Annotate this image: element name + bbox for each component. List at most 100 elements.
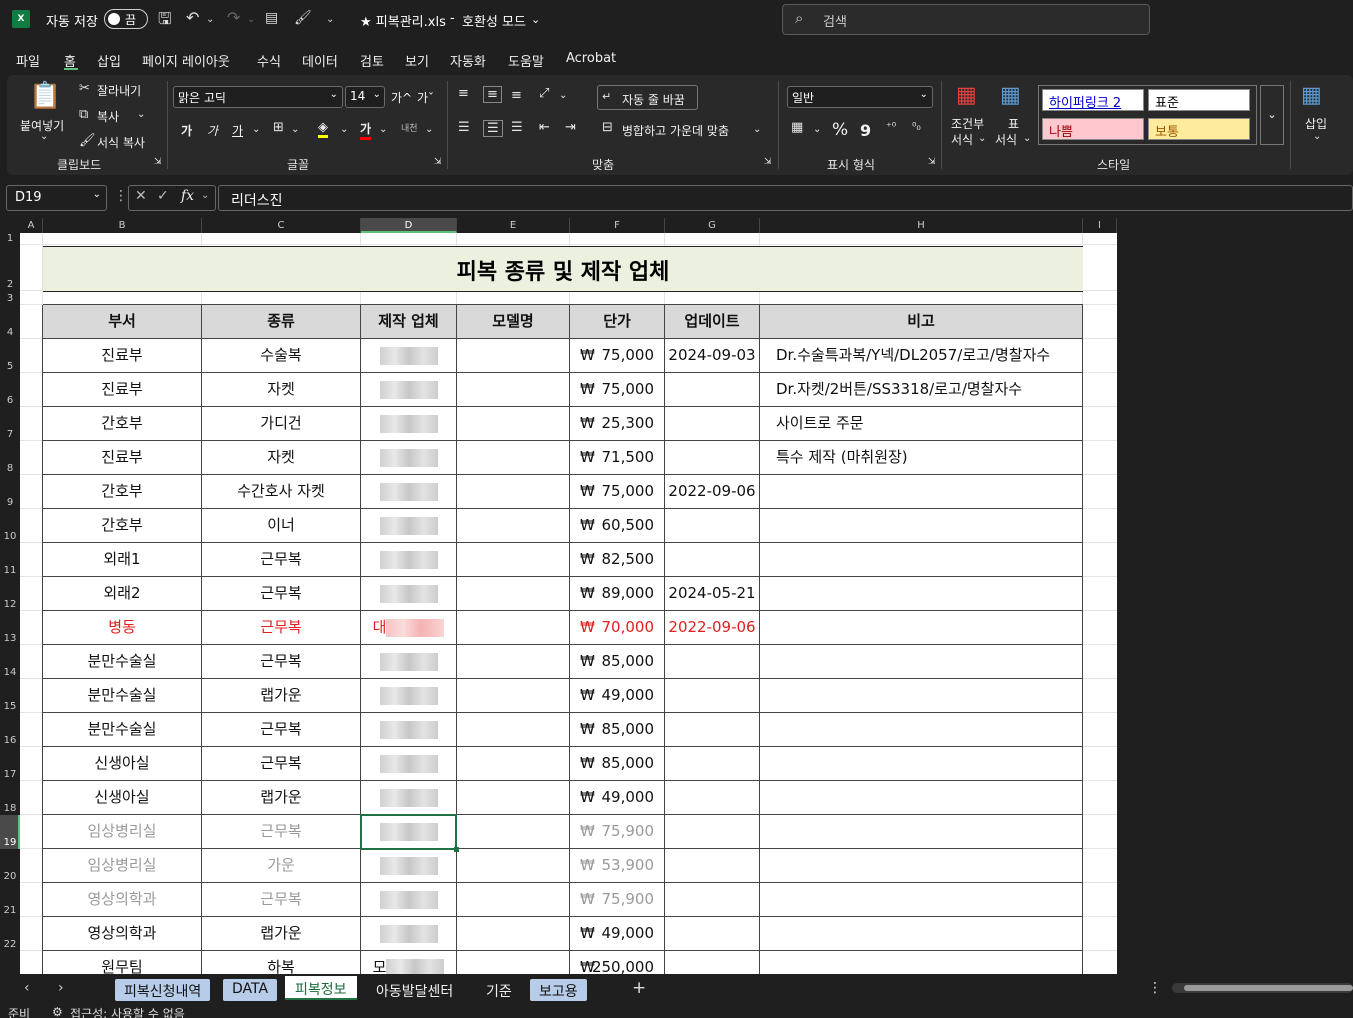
conditional-format-button-2[interactable]: 서식: [951, 131, 973, 148]
fill-handle[interactable]: [454, 847, 459, 852]
cell-type[interactable]: 근무복: [202, 747, 361, 781]
cell-price[interactable]: ₩85,000: [570, 645, 665, 679]
font-size-select[interactable]: 14 ⌄: [345, 86, 385, 108]
cell-maker[interactable]: 모: [361, 951, 457, 974]
cell-type[interactable]: 근무복: [202, 645, 361, 679]
cell-model[interactable]: [457, 815, 570, 849]
style-normal[interactable]: 표준: [1148, 89, 1250, 111]
increase-indent-icon[interactable]: ⇥: [565, 120, 576, 135]
sheet-title[interactable]: 피복 종류 및 제작 업체: [43, 254, 1083, 286]
column-header-g[interactable]: G: [665, 218, 760, 233]
align-left-icon[interactable]: ☰: [458, 120, 470, 135]
font-color-dropdown-icon[interactable]: ⌄: [379, 124, 387, 135]
cell-dept[interactable]: 분만수술실: [43, 645, 202, 679]
cell-price[interactable]: ₩25,300: [570, 407, 665, 441]
row-header-15[interactable]: 15: [0, 679, 20, 713]
cell-dept[interactable]: 원무팀: [43, 951, 202, 974]
cell-updated[interactable]: [665, 509, 760, 543]
cell-model[interactable]: [457, 441, 570, 475]
cell-price[interactable]: ₩49,000: [570, 679, 665, 713]
cell-price[interactable]: ₩71,500: [570, 441, 665, 475]
column-header-i[interactable]: I: [1083, 218, 1117, 233]
cell-maker[interactable]: [361, 781, 457, 815]
cell-price[interactable]: ₩250,000: [570, 951, 665, 974]
cell-updated[interactable]: [665, 679, 760, 713]
style-neutral[interactable]: 보통: [1148, 118, 1250, 140]
cell-model[interactable]: [457, 781, 570, 815]
sheet-tab-criteria[interactable]: 기준: [476, 978, 522, 1002]
cell-dept[interactable]: 영상의학과: [43, 917, 202, 951]
copy-dropdown-icon[interactable]: ⌄: [137, 109, 145, 120]
cell-maker[interactable]: [361, 713, 457, 747]
cut-button[interactable]: 잘라내기: [97, 82, 141, 99]
header-updated[interactable]: 업데이트: [665, 305, 760, 339]
cell-dept[interactable]: 분만수술실: [43, 679, 202, 713]
cell-updated[interactable]: [665, 951, 760, 974]
row-header-21[interactable]: 21: [0, 883, 20, 917]
sheet-tab-request-history[interactable]: 피복신청내역: [115, 979, 211, 1001]
cell-dept[interactable]: 진료부: [43, 373, 202, 407]
cell-dept[interactable]: 외래1: [43, 543, 202, 577]
undo-dropdown-icon[interactable]: ⌄: [206, 14, 214, 25]
cell-updated[interactable]: [665, 645, 760, 679]
align-right-icon[interactable]: ☰: [511, 120, 523, 135]
italic-button[interactable]: 가: [207, 122, 218, 139]
column-header-d[interactable]: D: [361, 218, 457, 233]
cell-price[interactable]: ₩60,500: [570, 509, 665, 543]
font-name-select[interactable]: 맑은 고딕 ⌄: [173, 86, 343, 108]
orientation-dropdown-icon[interactable]: ⌄: [559, 90, 567, 101]
sheet-tab-child-center[interactable]: 아동발달센터: [366, 978, 463, 1002]
merge-center-icon[interactable]: ⊟: [602, 120, 613, 135]
cell-type[interactable]: 이너: [202, 509, 361, 543]
cell-model[interactable]: [457, 849, 570, 883]
tab-help[interactable]: 도움말: [508, 51, 544, 70]
font-color-button[interactable]: 가: [360, 120, 372, 140]
cell-model[interactable]: [457, 373, 570, 407]
cell-updated[interactable]: [665, 883, 760, 917]
cell-price[interactable]: ₩53,900: [570, 849, 665, 883]
align-center-icon[interactable]: ☰: [483, 120, 503, 137]
cell-maker[interactable]: [361, 917, 457, 951]
save-icon[interactable]: 🖫: [158, 8, 172, 35]
tab-view[interactable]: 보기: [405, 51, 429, 70]
accounting-format-icon[interactable]: ▦: [791, 120, 803, 135]
cell-updated[interactable]: [665, 543, 760, 577]
column-header-c[interactable]: C: [202, 218, 361, 233]
row-header-4[interactable]: 4: [0, 305, 20, 339]
cell-dept[interactable]: 임상병리실: [43, 815, 202, 849]
align-middle-icon[interactable]: ≡: [483, 86, 502, 103]
brush-icon[interactable]: 🖌: [294, 10, 312, 26]
grow-font-button[interactable]: 가^: [391, 89, 412, 106]
cell-type[interactable]: 랩가운: [202, 781, 361, 815]
cell-note[interactable]: [760, 883, 1083, 917]
tab-review[interactable]: 검토: [360, 51, 384, 70]
cell-type[interactable]: 근무복: [202, 883, 361, 917]
cell-dept[interactable]: 진료부: [43, 441, 202, 475]
cell-price[interactable]: ₩75,000: [570, 339, 665, 373]
phonetic-button[interactable]: 내천: [401, 121, 418, 134]
accessibility-status[interactable]: 접근성: 사용할 수 없음: [70, 1005, 185, 1018]
row-header-22[interactable]: 22: [0, 917, 20, 951]
cell-type[interactable]: 근무복: [202, 815, 361, 849]
bold-button[interactable]: 가: [181, 122, 192, 139]
row-header-8[interactable]: 8: [0, 441, 20, 475]
border-dropdown-icon[interactable]: ⌄: [291, 124, 299, 135]
horizontal-scrollbar[interactable]: [1172, 983, 1353, 993]
cell-price[interactable]: ₩70,000: [570, 611, 665, 645]
style-hyperlink-2[interactable]: 하이퍼링크 2: [1042, 89, 1144, 111]
cell-note[interactable]: [760, 543, 1083, 577]
cell-type[interactable]: 자켓: [202, 373, 361, 407]
column-header-f[interactable]: F: [570, 218, 665, 233]
conditional-format-button-1[interactable]: 조건부: [951, 115, 984, 132]
cell-updated[interactable]: [665, 713, 760, 747]
header-model[interactable]: 모델명: [457, 305, 570, 339]
tab-data[interactable]: 데이터: [302, 51, 338, 70]
merge-center-button[interactable]: 병합하고 가운데 맞춤: [622, 122, 729, 139]
cell-note[interactable]: [760, 951, 1083, 974]
sheet-tab-data[interactable]: DATA: [223, 979, 278, 1001]
cell-model[interactable]: [457, 475, 570, 509]
wrap-text-button[interactable]: ↵ 자동 줄 바꿈: [597, 85, 698, 110]
cell-model[interactable]: [457, 747, 570, 781]
format-painter-button[interactable]: 서식 복사: [97, 134, 145, 151]
copy-button[interactable]: 복사: [97, 108, 119, 125]
